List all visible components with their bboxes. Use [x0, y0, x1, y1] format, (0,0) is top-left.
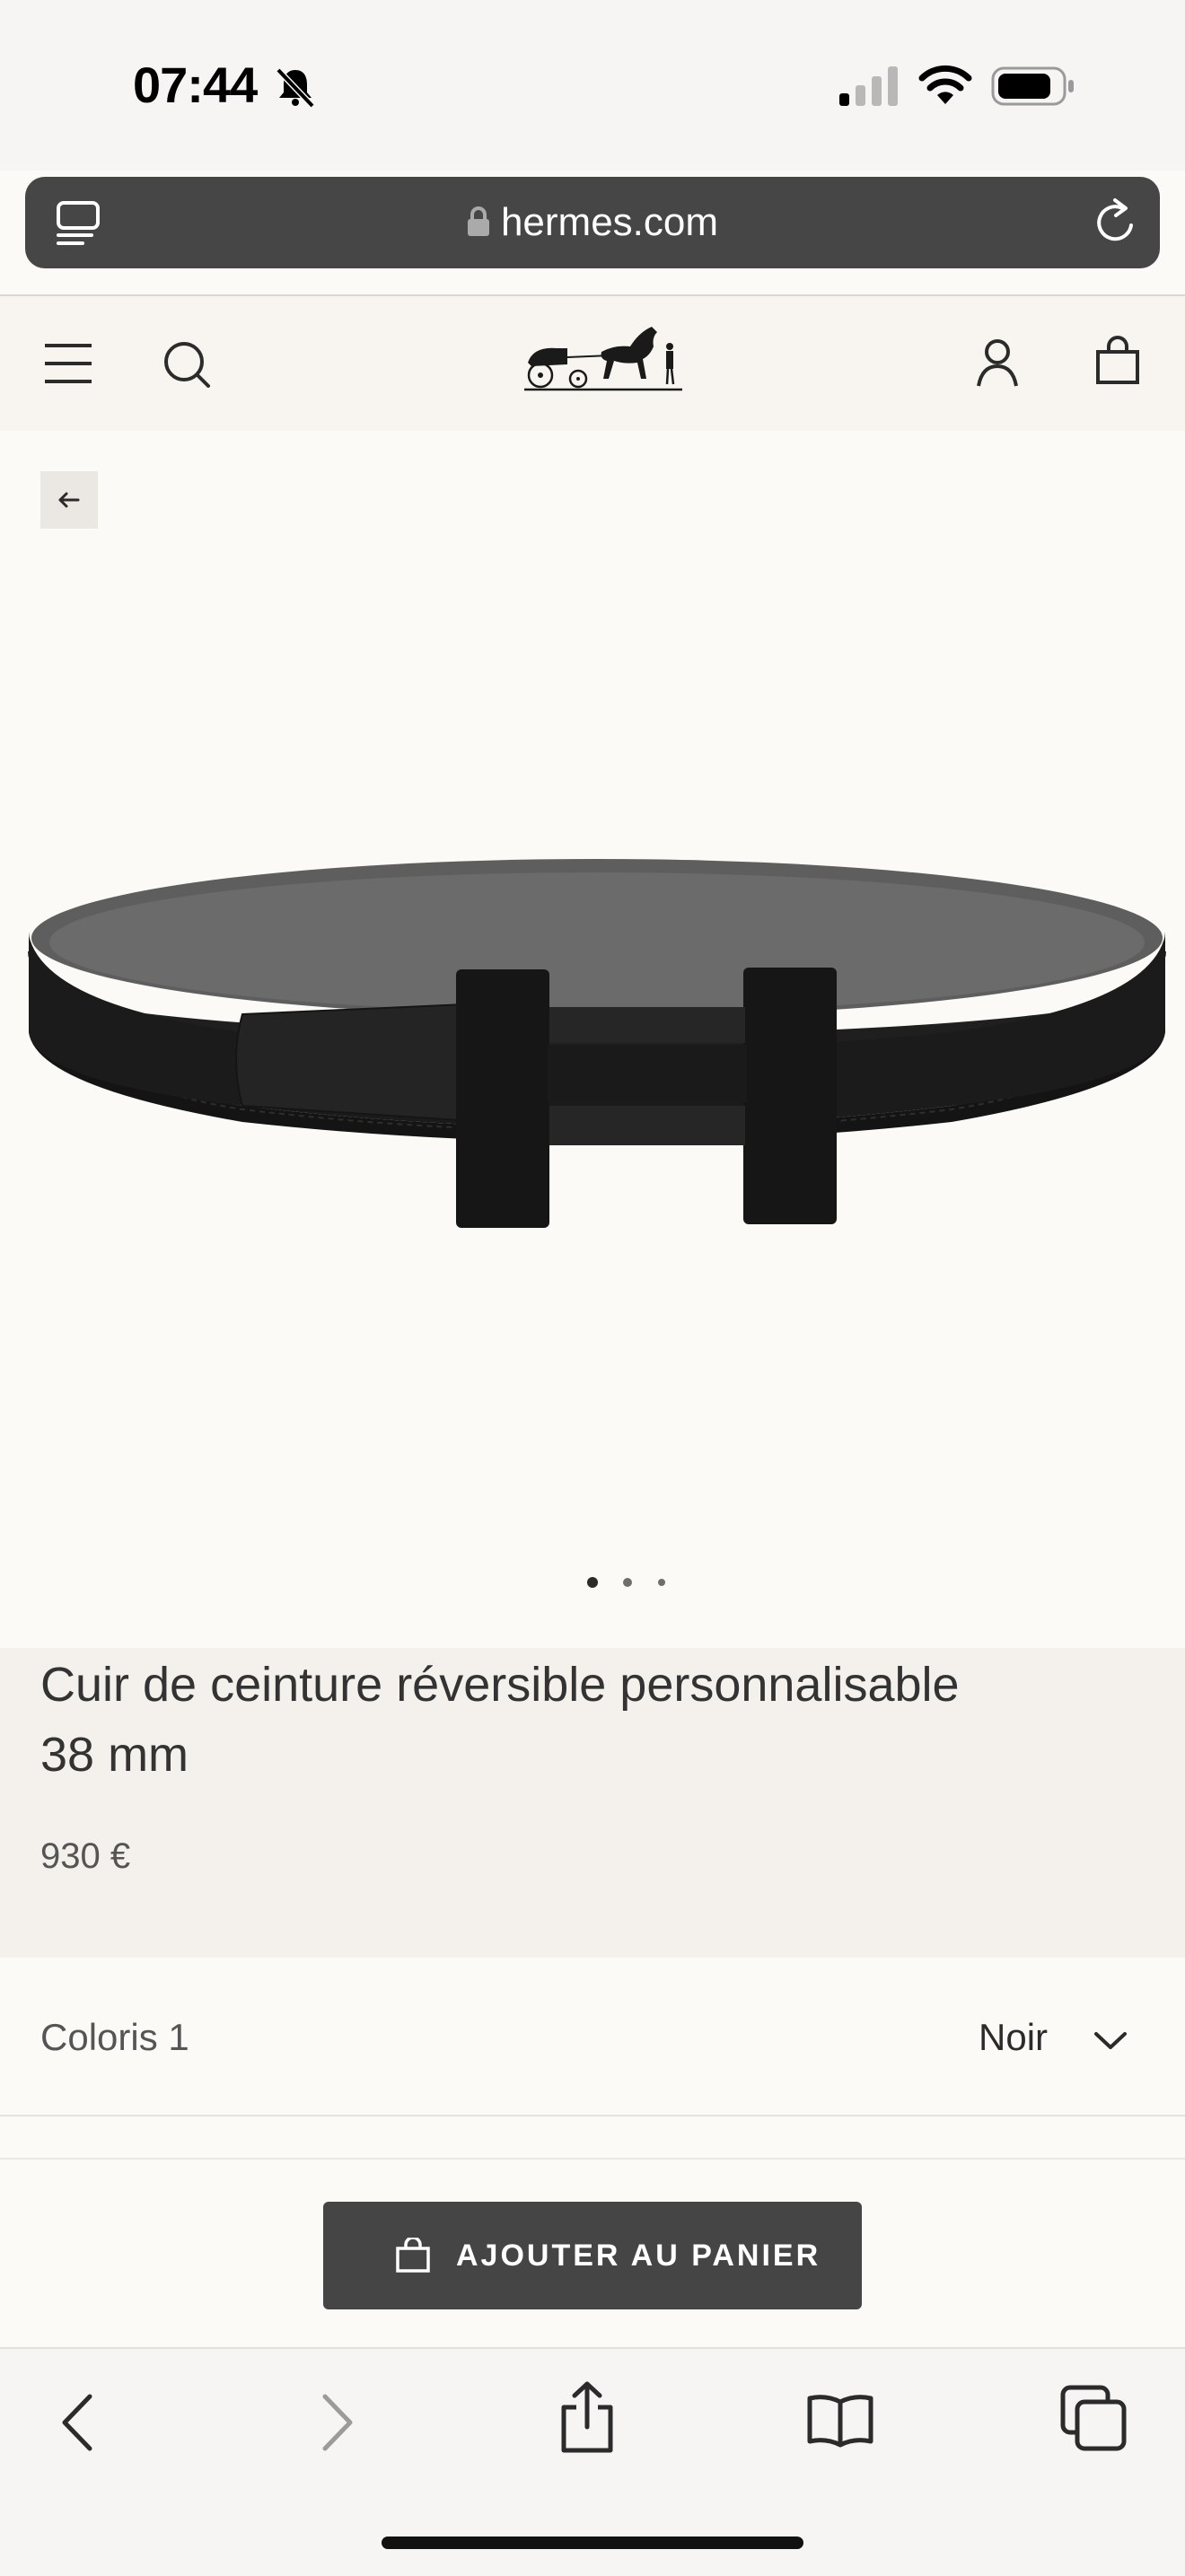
- url-label: hermes.com: [500, 200, 719, 244]
- battery-icon: [991, 66, 1074, 106]
- product-price: 930 €: [40, 1836, 131, 1876]
- back-button[interactable]: [40, 471, 98, 529]
- status-time: 07:44: [133, 57, 258, 113]
- nav-back-icon[interactable]: [57, 2391, 97, 2454]
- reload-icon[interactable]: [1092, 198, 1140, 247]
- bell-slash-icon: [276, 67, 315, 109]
- wifi-icon: [918, 65, 972, 104]
- coloris-value[interactable]: Noir: [979, 2016, 1048, 2059]
- tabs-icon[interactable]: [1059, 2384, 1128, 2452]
- add-to-cart-button[interactable]: AJOUTER AU PANIER: [323, 2202, 862, 2309]
- share-icon[interactable]: [558, 2380, 616, 2454]
- add-to-cart-label: AJOUTER AU PANIER: [456, 2239, 821, 2273]
- lock-icon: [467, 179, 490, 270]
- home-indicator: [382, 2537, 803, 2549]
- address-bar[interactable]: hermes.com: [25, 177, 1160, 268]
- menu-icon[interactable]: [43, 343, 93, 384]
- nav-forward-icon[interactable]: [318, 2391, 357, 2454]
- coloris-label: Coloris 1: [40, 2016, 189, 2058]
- divider: [0, 2115, 1185, 2116]
- search-icon[interactable]: [162, 339, 212, 390]
- bookmarks-icon[interactable]: [806, 2393, 874, 2449]
- gallery-dot[interactable]: [658, 1579, 665, 1586]
- divider: [0, 2158, 1185, 2160]
- chevron-down-icon[interactable]: [1093, 2030, 1128, 2052]
- bag-icon[interactable]: [1095, 336, 1140, 386]
- signal-icon: [839, 66, 898, 106]
- product-title-line1: Cuir de ceinture réversible personnalisa…: [40, 1658, 960, 1712]
- brand-logo[interactable]: [521, 320, 686, 395]
- gallery-dot-active[interactable]: [587, 1577, 598, 1588]
- url-text[interactable]: hermes.com: [25, 177, 1160, 268]
- account-icon[interactable]: [975, 337, 1020, 388]
- product-image-belt: [28, 859, 1166, 1228]
- arrow-left-icon: [58, 492, 80, 508]
- product-title: Cuir de ceinture réversible personnalisa…: [40, 1650, 1118, 1790]
- gallery-dot[interactable]: [623, 1578, 632, 1587]
- product-title-line2: 38 mm: [40, 1728, 189, 1782]
- tabs-reader-icon[interactable]: [56, 200, 102, 247]
- bag-icon: [396, 2238, 430, 2273]
